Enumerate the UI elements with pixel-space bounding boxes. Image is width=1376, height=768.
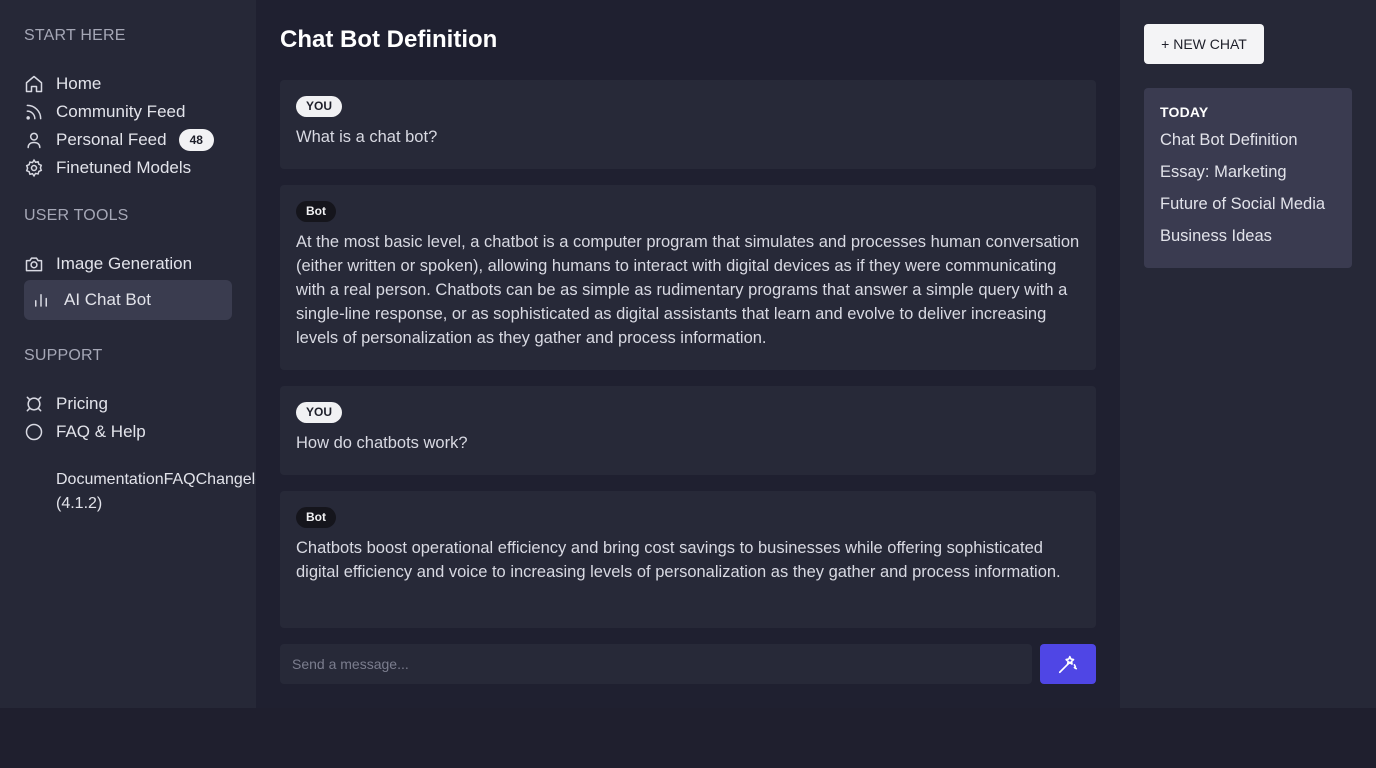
user-icon — [24, 130, 44, 150]
page-title: Chat Bot Definition — [280, 26, 498, 53]
history-item[interactable]: Business Ideas — [1160, 225, 1336, 248]
sidebar-item-image-generation[interactable]: Image Generation — [24, 252, 192, 276]
sidebar-item-label: Community Feed — [56, 102, 186, 121]
sidebar-item-label: Pricing — [56, 394, 108, 413]
new-chat-button[interactable]: + NEW CHAT — [1144, 24, 1264, 64]
sidebar-item-label: Home — [56, 74, 102, 93]
sidebar-item-finetuned-models[interactable]: Finetuned Models — [24, 156, 191, 180]
role-badge-bot: Bot — [296, 507, 336, 528]
home-icon — [24, 74, 44, 94]
chat-main: Chat Bot Definition YOU What is a chat b… — [256, 0, 1120, 708]
sidebar-item-community-feed[interactable]: Community Feed — [24, 100, 185, 124]
sidebar-item-home[interactable]: Home — [24, 72, 101, 96]
pricing-icon — [24, 394, 44, 414]
camera-icon — [24, 254, 44, 274]
message-text: What is a chat bot? — [296, 128, 438, 146]
sidebar-item-label: Image Generation — [56, 254, 193, 273]
message-input[interactable] — [280, 644, 1032, 684]
history-heading: TODAY — [1160, 104, 1209, 120]
history-list: TODAY Chat Bot Definition Essay: Marketi… — [1144, 88, 1352, 268]
chat-message: Bot At the most basic level, a chatbot i… — [280, 185, 1096, 370]
role-badge-bot: Bot — [296, 201, 336, 222]
sidebar-item-personal-feed[interactable]: Personal Feed 48 — [24, 128, 214, 152]
chat-history-panel: + NEW CHAT TODAY Chat Bot Definition Ess… — [1120, 0, 1376, 708]
sidebar-item-pricing[interactable]: Pricing — [24, 392, 108, 416]
history-item[interactable]: Future of Social Media — [1160, 193, 1336, 216]
send-button[interactable] — [1040, 644, 1096, 684]
section-title-user-tools: USER TOOLS — [24, 207, 129, 224]
message-text: Chatbots boost operational efficiency an… — [296, 539, 1061, 581]
section-title-start-here: START HERE — [24, 27, 126, 44]
sidebar-item-faq-help[interactable]: FAQ & Help — [24, 420, 146, 444]
chat-message: YOU How do chatbots work? — [280, 386, 1096, 475]
message-text: How do chatbots work? — [296, 434, 468, 452]
message-composer — [280, 644, 1096, 684]
history-item[interactable]: Chat Bot Definition — [1160, 129, 1336, 152]
role-badge-you: YOU — [296, 96, 343, 117]
role-badge-you: YOU — [296, 402, 343, 423]
count-badge: 48 — [178, 129, 214, 151]
circle-icon — [24, 422, 44, 442]
bar-chart-icon — [32, 290, 50, 310]
message-text: At the most basic level, a chatbot is a … — [296, 233, 1080, 347]
sidebar-item-label: FAQ & Help — [56, 422, 146, 441]
sidebar: START HERE Home Community Feed Personal … — [0, 0, 273, 708]
sidebar-item-label: AI Chat Bot — [64, 290, 151, 309]
sidebar-item-label: Personal Feed — [56, 130, 167, 149]
rss-icon — [24, 102, 44, 122]
sidebar-item-label: Finetuned Models — [56, 158, 192, 177]
gear-icon — [24, 158, 44, 178]
history-item[interactable]: Essay: Marketing — [1160, 161, 1336, 184]
chat-message: YOU What is a chat bot? — [280, 80, 1096, 169]
sidebar-item-ai-chat-bot[interactable]: AI Chat Bot — [24, 280, 232, 320]
chat-message: Bot Chatbots boost operational efficienc… — [280, 491, 1096, 628]
magic-wand-icon — [1057, 653, 1079, 675]
section-title-support: SUPPORT — [24, 347, 103, 364]
